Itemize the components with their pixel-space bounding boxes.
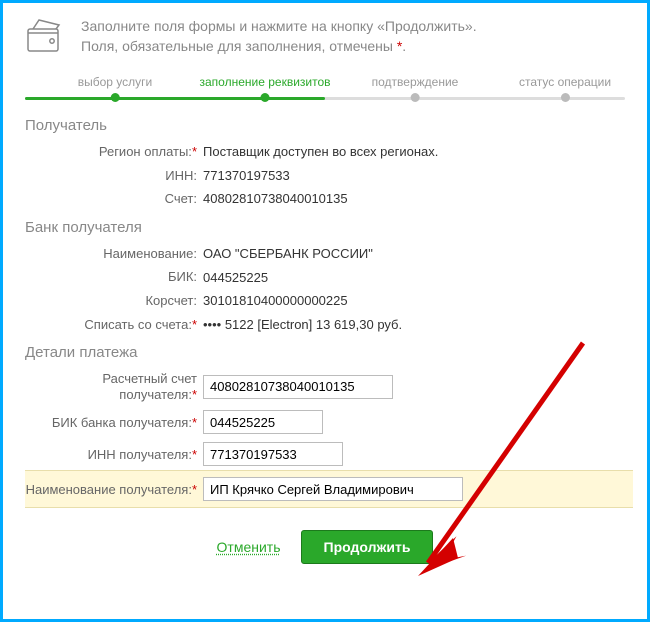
- label-bankname: Наименование:: [25, 246, 203, 262]
- value-account: 40802810738040010135: [203, 191, 348, 206]
- step-status: статус операции: [519, 75, 611, 102]
- label-account: Счет:: [25, 191, 203, 207]
- step-dot: [260, 93, 269, 102]
- row-bankname: Наименование: ОАО "СБЕРБАНК РОССИИ": [25, 242, 625, 266]
- value-coracct: 30101810400000000225: [203, 293, 348, 308]
- label-coracct: Корсчет:: [25, 293, 203, 309]
- settlement-account-input[interactable]: [203, 375, 393, 399]
- step-confirm: подтверждение: [372, 75, 459, 102]
- row-bik-recv: БИК банка получателя:*: [25, 406, 625, 438]
- action-bar: Отменить Продолжить: [25, 530, 625, 564]
- header-line2b: .: [402, 38, 406, 54]
- header-line2a: Поля, обязательные для заполнения, отмеч…: [81, 38, 397, 54]
- label-settlement: Расчетный счет получателя:*: [25, 371, 203, 402]
- value-region: Поставщик доступен во всех регионах.: [203, 144, 438, 159]
- step-label: заполнение реквизитов: [199, 75, 330, 89]
- wallet-icon: [25, 17, 67, 57]
- row-coracct: Корсчет: 30101810400000000225: [25, 289, 625, 313]
- form-header: Заполните поля формы и нажмите на кнопку…: [25, 17, 625, 57]
- step-dot: [560, 93, 569, 102]
- row-inn-recv: ИНН получателя:*: [25, 438, 625, 470]
- value-bankname: ОАО "СБЕРБАНК РОССИИ": [203, 246, 373, 261]
- row-account: Счет: 40802810738040010135: [25, 187, 625, 211]
- label-bik-recv: БИК банка получателя:*: [25, 415, 203, 431]
- section-recipient: Получатель: [25, 117, 625, 134]
- inn-recv-input[interactable]: [203, 442, 343, 466]
- progress-stepper: выбор услуги заполнение реквизитов подтв…: [25, 75, 625, 107]
- row-region: Регион оплаты:* Поставщик доступен во вс…: [25, 140, 625, 164]
- bik-recv-input[interactable]: [203, 410, 323, 434]
- section-details: Детали платежа: [25, 344, 625, 361]
- form-frame: Заполните поля формы и нажмите на кнопку…: [0, 0, 650, 622]
- step-label: подтверждение: [372, 75, 459, 89]
- label-recv-name: Наименование получателя:*: [25, 482, 203, 498]
- row-inn: ИНН: 771370197533: [25, 164, 625, 188]
- value-from-account: •••• 5122 [Electron] 13 619,30 руб.: [203, 317, 402, 332]
- step-service: выбор услуги: [78, 75, 153, 102]
- continue-button[interactable]: Продолжить: [301, 530, 434, 564]
- recv-name-input[interactable]: [203, 477, 463, 501]
- section-bank: Банк получателя: [25, 219, 625, 236]
- label-bik: БИК:: [25, 269, 203, 285]
- step-label: выбор услуги: [78, 75, 153, 89]
- header-line1: Заполните поля формы и нажмите на кнопку…: [81, 18, 477, 34]
- value-inn: 771370197533: [203, 168, 290, 183]
- label-region: Регион оплаты:*: [25, 144, 203, 160]
- row-from-account: Списать со счета:* •••• 5122 [Electron] …: [25, 313, 625, 337]
- step-dot: [410, 93, 419, 102]
- step-dot: [110, 93, 119, 102]
- step-label: статус операции: [519, 75, 611, 89]
- row-settlement: Расчетный счет получателя:*: [25, 367, 625, 406]
- cancel-link[interactable]: Отменить: [217, 539, 281, 555]
- label-inn: ИНН:: [25, 168, 203, 184]
- row-bik: БИК: 044525225: [25, 265, 625, 289]
- header-instructions: Заполните поля формы и нажмите на кнопку…: [81, 17, 477, 56]
- step-requisites: заполнение реквизитов: [199, 75, 330, 102]
- label-inn-recv: ИНН получателя:*: [25, 447, 203, 463]
- label-from-account: Списать со счета:*: [25, 317, 203, 333]
- value-bik: 044525225: [203, 270, 268, 285]
- row-recv-name: Наименование получателя:*: [25, 470, 633, 508]
